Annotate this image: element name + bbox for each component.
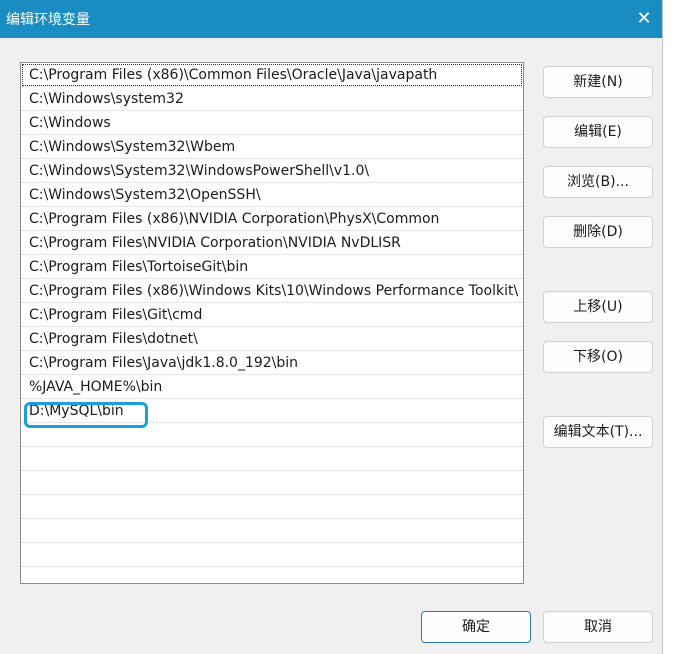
empty-row[interactable] [21,495,523,519]
delete-button[interactable]: 删除(D) [543,216,653,248]
path-row[interactable]: C:\Program Files (x86)\Common Files\Orac… [21,63,523,87]
new-button[interactable]: 新建(N) [543,66,653,98]
empty-row[interactable] [21,519,523,543]
empty-row[interactable] [21,423,523,447]
empty-row[interactable] [21,447,523,471]
path-row[interactable]: %JAVA_HOME%\bin [21,375,523,399]
path-row[interactable]: C:\Program Files\NVIDIA Corporation\NVID… [21,231,523,255]
path-row[interactable]: C:\Program Files (x86)\NVIDIA Corporatio… [21,207,523,231]
edit-button[interactable]: 编辑(E) [543,116,653,148]
path-row[interactable]: C:\Windows\system32 [21,87,523,111]
empty-row[interactable] [21,543,523,567]
window-title: 编辑环境变量 [6,12,90,28]
empty-row[interactable] [21,471,523,495]
title-bar: 编辑环境变量 ✕ [0,0,662,38]
move-down-button[interactable]: 下移(O) [543,341,653,373]
path-row[interactable]: C:\Program Files\dotnet\ [21,327,523,351]
path-row[interactable]: C:\Program Files\TortoiseGit\bin [21,255,523,279]
path-row[interactable]: C:\Program Files (x86)\Windows Kits\10\W… [21,279,523,303]
browse-button[interactable]: 浏览(B)... [543,166,653,198]
path-row[interactable]: C:\Program Files\Java\jdk1.8.0_192\bin [21,351,523,375]
path-row[interactable]: C:\Windows\System32\OpenSSH\ [21,183,523,207]
ok-button[interactable]: 确定 [421,611,531,643]
path-row[interactable]: C:\Windows [21,111,523,135]
path-row[interactable]: C:\Program Files\Git\cmd [21,303,523,327]
edit-text-button[interactable]: 编辑文本(T)... [543,416,653,448]
path-row[interactable]: D:\MySQL\bin [21,399,523,423]
path-list[interactable]: C:\Program Files (x86)\Common Files\Orac… [20,62,524,584]
path-row[interactable]: C:\Windows\System32\Wbem [21,135,523,159]
cancel-button[interactable]: 取消 [543,611,653,643]
move-up-button[interactable]: 上移(U) [543,291,653,323]
edit-env-var-dialog: 编辑环境变量 ✕ C:\Program Files (x86)\Common F… [0,0,663,654]
close-icon[interactable]: ✕ [626,0,662,38]
empty-row[interactable] [21,567,523,583]
path-row[interactable]: C:\Windows\System32\WindowsPowerShell\v1… [21,159,523,183]
